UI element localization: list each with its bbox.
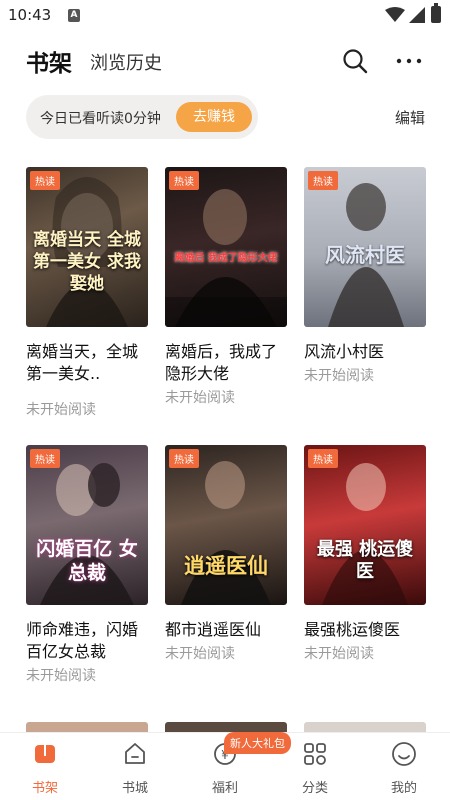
nav-label: 书城 [121,781,148,796]
book-cover[interactable]: 热读 离婚当天 全城第一美女 求我娶她 [26,167,148,327]
book-cover[interactable]: 热读 风流村医 [304,167,426,327]
cover-title: 最强 桃运傻医 [316,539,414,582]
nav-label: 分类 [301,781,328,796]
book-title[interactable]: 师命难违，闪婚百亿女总裁 [26,619,144,663]
book-item[interactable]: 热读 离婚后 我成了隐形大佬 离婚后，我成了隐形大佬 未开始阅读 [165,167,287,427]
category-icon [304,743,326,765]
book-cover[interactable]: 热读 离婚后 我成了隐形大佬 [165,167,287,327]
hot-badge: 热读 [169,449,199,468]
book-item[interactable]: 热读 闪婚百亿 女总裁 师命难违，闪婚百亿女总裁 未开始阅读 [26,445,148,695]
book-title[interactable]: 最强桃运傻医 [304,619,422,641]
book-status: 未开始阅读 [304,368,374,384]
book-cover[interactable]: 热读 最强 桃运傻医 [304,445,426,605]
nav-item-bookstore[interactable]: 书城 [105,741,165,796]
nav-label: 书架 [31,781,58,796]
tab-bookshelf[interactable]: 书架 [26,44,72,78]
cover-art [165,189,287,327]
nav-label: 我的 [390,781,417,796]
cover-title: 闪婚百亿 女总裁 [36,538,138,584]
book-cover[interactable]: 热读 闪婚百亿 女总裁 [26,445,148,605]
battery-icon [431,3,441,23]
hot-badge: 热读 [308,171,338,190]
cover-title: 风流村医 [325,243,405,267]
hot-badge: 热读 [30,449,60,468]
signal-icon [409,7,425,23]
hot-badge: 热读 [169,171,199,190]
book-status: 未开始阅读 [165,390,235,406]
bookshelf-icon [35,745,55,763]
earn-money-button[interactable]: 去赚钱 [176,102,252,132]
book-item[interactable]: 热读 逍遥医仙 都市逍遥医仙 未开始阅读 [165,445,287,695]
book-title[interactable]: 风流小村医 [304,341,422,363]
book-cover-peek[interactable] [26,722,148,732]
book-item[interactable]: 热读 最强 桃运傻医 最强桃运傻医 未开始阅读 [304,445,426,695]
nav-item-bookshelf[interactable]: 书架 [15,741,75,796]
book-status: 未开始阅读 [304,646,374,662]
book-item[interactable]: 热读 离婚当天 全城第一美女 求我娶她 离婚当天，全城第一美女.. 未开始阅读 [26,167,148,427]
new-user-gift-badge[interactable]: 新人大礼包 [224,732,291,754]
book-cover-peek[interactable] [165,722,287,732]
hot-badge: 热读 [30,171,60,190]
profile-icon [392,742,416,766]
cover-title: 离婚后 我成了隐形大佬 [174,253,278,264]
nav-label: 福利 [211,781,238,796]
book-title[interactable]: 离婚后，我成了隐形大佬 [165,341,283,385]
nav-item-profile[interactable]: 我的 [374,741,434,796]
cover-art [181,461,271,605]
wifi-icon [385,7,405,22]
book-title[interactable]: 都市逍遥医仙 [165,619,283,641]
cover-title: 离婚当天 全城第一美女 求我娶她 [33,230,141,294]
reading-time-pill: 今日已看听读0分钟 去赚钱 [26,95,258,139]
cover-title: 逍遥医仙 [184,554,268,578]
book-cover[interactable]: 热读 逍遥医仙 [165,445,287,605]
more-icon[interactable] [392,46,426,76]
bookstore-icon [125,743,145,764]
book-item[interactable]: 热读 风流村医 风流小村医 未开始阅读 [304,167,426,427]
book-status: 未开始阅读 [26,402,96,418]
search-icon[interactable] [340,46,370,76]
hot-badge: 热读 [308,449,338,468]
tab-browse-history[interactable]: 浏览历史 [90,49,162,75]
top-header: 书架 浏览历史 [0,40,450,84]
status-bar: 10:43 A [0,0,450,32]
edit-button[interactable]: 编辑 [395,107,425,128]
reading-time-text: 今日已看听读0分钟 [40,111,161,127]
book-status: 未开始阅读 [165,646,235,662]
book-title[interactable]: 离婚当天，全城第一美女.. [26,341,144,385]
book-cover-peek[interactable] [304,722,426,732]
book-status: 未开始阅读 [26,668,96,684]
accessibility-a-icon: A [68,9,80,22]
status-time: 10:43 [8,6,52,24]
nav-item-category[interactable]: 分类 [285,741,345,796]
